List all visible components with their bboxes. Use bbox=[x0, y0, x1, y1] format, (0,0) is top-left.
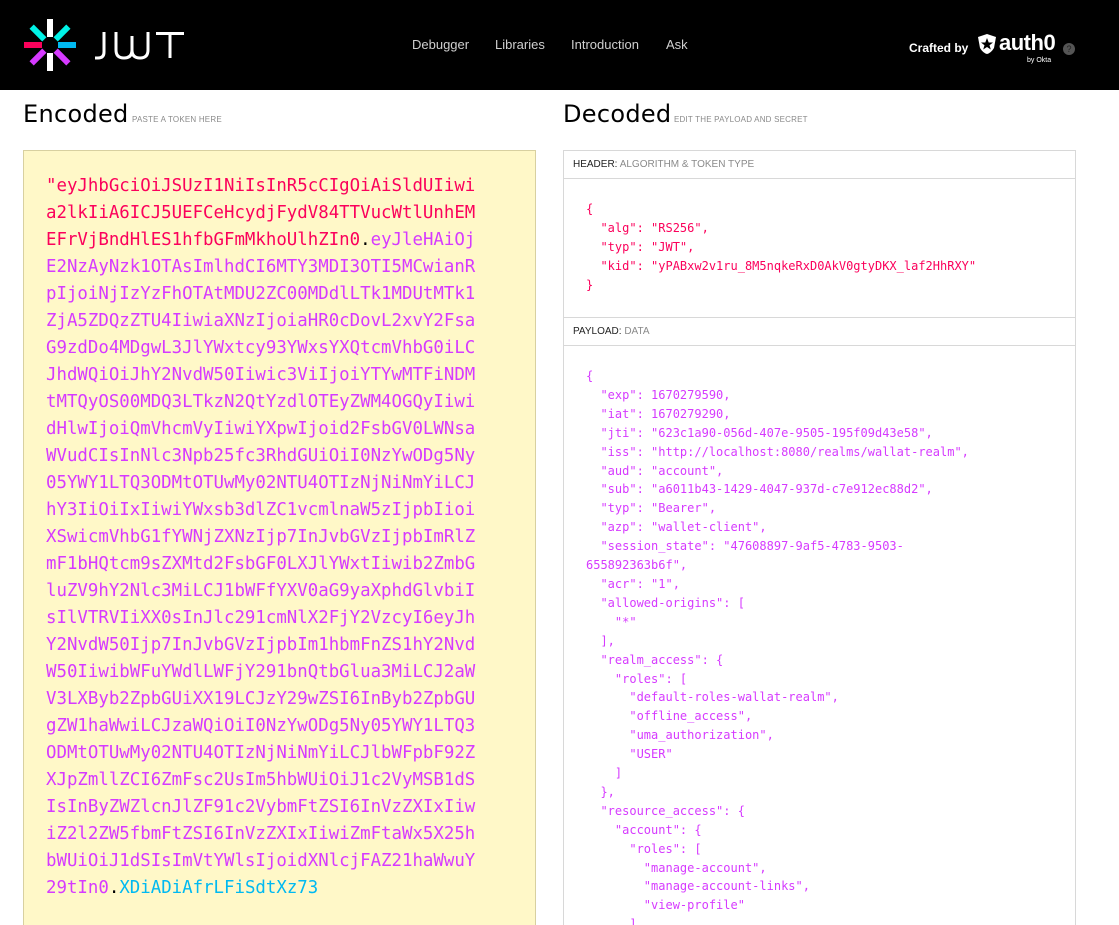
token-signature-part: XDiADiAfrLFiSdtXz73 bbox=[119, 878, 319, 898]
nav-ask[interactable]: Ask bbox=[666, 37, 688, 52]
decoded-payload-panel: PAYLOAD: DATA { "exp": 1670279590, "iat"… bbox=[563, 317, 1076, 925]
jwt-wordmark bbox=[95, 32, 184, 60]
nav-introduction[interactable]: Introduction bbox=[571, 37, 639, 52]
encoded-subtitle: PASTE A TOKEN HERE bbox=[132, 115, 222, 124]
payload-label: PAYLOAD: bbox=[573, 326, 622, 337]
decoded-subtitle: EDIT THE PAYLOAD AND SECRET bbox=[674, 115, 808, 124]
jwt-logo-icon[interactable] bbox=[22, 17, 78, 73]
auth0-logo-text[interactable]: auth0 bbox=[999, 30, 1056, 56]
nav-libraries[interactable]: Libraries bbox=[495, 37, 545, 52]
auth0-shield-icon[interactable] bbox=[976, 33, 998, 55]
payload-section-title: PAYLOAD: DATA bbox=[564, 318, 1075, 346]
header-section-title: HEADER: ALGORITHM & TOKEN TYPE bbox=[564, 151, 1075, 179]
header-json-editor[interactable]: { "alg": "RS256", "typ": "JWT", "kid": "… bbox=[564, 179, 1075, 295]
nav-debugger[interactable]: Debugger bbox=[412, 37, 469, 52]
header-label: HEADER: bbox=[573, 159, 618, 170]
payload-desc: DATA bbox=[624, 326, 650, 337]
crafted-by-label: Crafted by bbox=[909, 41, 969, 55]
token-payload-part: eyJleHAiOjE2NzAyNzk1OTAsImlhdCI6MTY3MDI3… bbox=[46, 230, 476, 898]
decoded-title: Decoded bbox=[563, 100, 672, 128]
by-okta-label: by Okta bbox=[1027, 57, 1052, 64]
encoded-token-text[interactable]: "eyJhbGciOiJSUzI1NiIsInR5cCIgOiAiSldUIiw… bbox=[46, 173, 476, 902]
header-desc: ALGORITHM & TOKEN TYPE bbox=[619, 159, 755, 170]
top-navbar: Debugger Libraries Introduction Ask Craf… bbox=[0, 0, 1119, 90]
payload-json-editor[interactable]: { "exp": 1670279590, "iat": 1670279290, … bbox=[564, 346, 1075, 925]
decoded-header-panel: HEADER: ALGORITHM & TOKEN TYPE { "alg": … bbox=[563, 150, 1076, 318]
help-icon[interactable]: ? bbox=[1063, 43, 1075, 55]
encoded-title: Encoded bbox=[23, 100, 129, 128]
